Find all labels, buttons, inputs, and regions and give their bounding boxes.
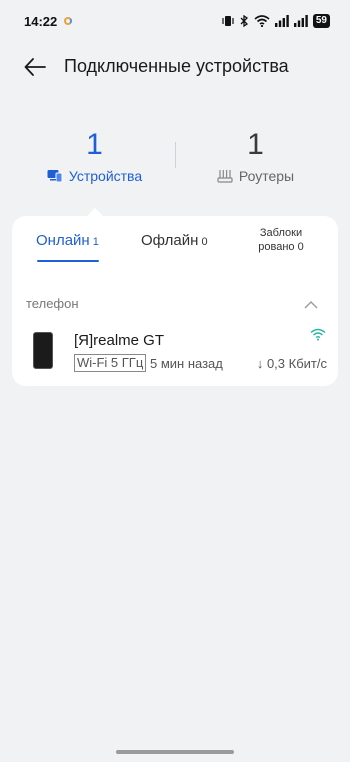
device-card: Онлайн 1 Офлайн 0 Заблоки ровано 0 телефон…: [12, 216, 338, 386]
chevron-up-icon: [304, 301, 318, 309]
collapse-button[interactable]: [302, 296, 320, 314]
tab-online-count: 1: [92, 236, 99, 248]
back-button[interactable]: [20, 52, 50, 82]
active-tab-indicator: [37, 260, 99, 262]
tab-online-label: Онлайн: [36, 232, 90, 249]
signal-2-icon: [293, 15, 308, 27]
last-seen: 5 мин назад: [150, 356, 223, 371]
tab-blocked-label: Заблоки ровано: [258, 227, 303, 253]
status-tabs: Онлайн 1 Офлайн 0 Заблоки ровано 0: [12, 216, 338, 264]
page-title: Подключенные устройства: [64, 56, 289, 76]
status-bar: 14:22 59: [0, 0, 350, 44]
routers-label-row: Роутеры: [168, 168, 343, 184]
wifi-signal-icon: [310, 328, 326, 341]
signal-1-icon: [274, 15, 289, 27]
devices-label-row: Устройства: [7, 168, 182, 184]
summary: 1 Устройства 1 Роутеры: [0, 128, 350, 198]
wifi-status-icon: [254, 15, 270, 27]
home-indicator[interactable]: [116, 750, 234, 754]
tab-offline-count: 0: [201, 236, 208, 248]
routers-count: 1: [247, 128, 264, 161]
tab-offline-label: Офлайн: [141, 232, 199, 249]
tab-blocked[interactable]: Заблоки ровано 0: [258, 226, 304, 254]
vibrate-icon: [222, 16, 234, 26]
devices-icon: [47, 170, 63, 183]
device-name: [Я]realme GT: [74, 332, 165, 349]
arrow-left-icon: [24, 58, 46, 76]
routers-label: Роутеры: [238, 168, 295, 184]
group-label: телефон: [26, 296, 79, 311]
notification-dot-icon: [64, 17, 72, 25]
status-time: 14:22: [24, 14, 58, 29]
tab-online[interactable]: Онлайн 1: [36, 232, 99, 249]
battery-icon: 59: [312, 14, 330, 28]
tab-offline[interactable]: Офлайн 0: [141, 232, 208, 249]
routers-stat[interactable]: 1 Роутеры: [168, 128, 343, 184]
tab-blocked-count: 0: [297, 241, 304, 253]
phone-icon: [33, 332, 53, 369]
devices-label: Устройства: [68, 168, 143, 184]
status-icons: 59: [222, 13, 330, 29]
wifi-band-badge: Wi-Fi 5 ГГц: [74, 354, 147, 372]
device-speed: ↓ 0,3 Кбит/с: [256, 356, 327, 371]
devices-count: 1: [86, 128, 103, 161]
devices-stat[interactable]: 1 Устройства: [7, 128, 182, 184]
bluetooth-icon: [240, 15, 248, 27]
router-icon: [217, 170, 233, 183]
device-row[interactable]: [Я]realme GT Wi-Fi 5 ГГц 5 мин назад ↓ 0…: [12, 324, 338, 380]
